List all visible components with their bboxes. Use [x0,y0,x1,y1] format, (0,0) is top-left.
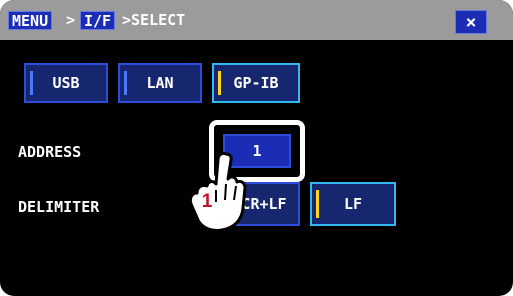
breadcrumb-separator: > [66,11,76,29]
breadcrumb-interface[interactable]: I/F [80,11,116,30]
delimiter-label: DELIMITER [18,198,100,216]
delimiter-lf-button[interactable]: LF [310,182,396,226]
indicator-bar [30,71,33,95]
device-screen: MENU > I/F >SELECT × USB LAN GP-IB ADDRE… [0,0,513,296]
gpib-button[interactable]: GP-IB [212,63,300,103]
selected-indicator-bar [316,190,319,218]
selected-indicator-bar [218,71,221,95]
lan-button-label: LAN [146,74,174,92]
delimiter-lf-label: LF [343,195,363,213]
lan-button[interactable]: LAN [118,63,202,103]
breadcrumb-current: >SELECT [122,11,186,29]
pointing-hand-icon: 1 [188,151,247,232]
step-number: 1 [202,191,213,212]
title-bar: MENU > I/F >SELECT × [0,0,513,40]
breadcrumb-menu[interactable]: MENU [8,11,53,30]
indicator-bar [124,71,127,95]
usb-button[interactable]: USB [24,63,108,103]
usb-button-label: USB [52,74,80,92]
gpib-button-label: GP-IB [233,74,279,92]
close-icon: × [465,11,477,33]
close-button[interactable]: × [455,10,487,34]
address-label: ADDRESS [18,143,82,161]
